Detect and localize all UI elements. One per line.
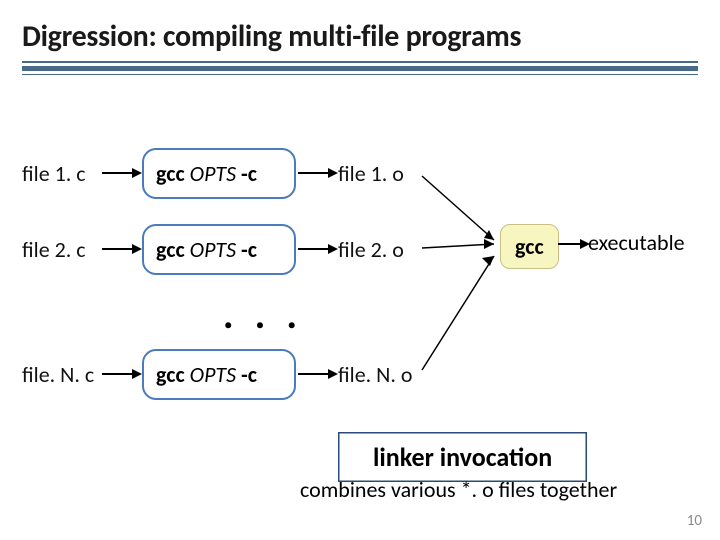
arrow-icon: [296, 165, 338, 181]
gcc-opts: OPTS: [190, 160, 236, 187]
page-number: 10: [687, 512, 702, 530]
gcc-link-box: gcc: [500, 224, 559, 269]
source-file-1: file 1. c: [22, 160, 100, 187]
page-title: Digression: compiling multi-file program…: [22, 18, 698, 55]
linker-invocation-box: linker invocation: [338, 432, 587, 482]
object-file-2: file 2. o: [338, 236, 416, 263]
compilation-rows: file 1. c gcc OPTS -c file 1. o file 2. …: [22, 150, 698, 427]
gcc-cmd: gcc: [156, 236, 185, 263]
row-fileN: file. N. c gcc OPTS -c file. N. o: [22, 351, 698, 397]
gcc-compile-box-2: gcc OPTS -c: [142, 224, 296, 275]
linker-subtext: combines various *. o files together: [300, 476, 617, 503]
arrow-icon: [100, 165, 142, 181]
gcc-flag: -c: [241, 361, 257, 388]
gcc-opts: OPTS: [190, 236, 236, 263]
source-file-2: file 2. c: [22, 236, 100, 263]
source-file-n: file. N. c: [22, 361, 100, 388]
arrow-icon: [296, 366, 338, 382]
slide: Digression: compiling multi-file program…: [0, 0, 720, 540]
gcc-compile-box-n: gcc OPTS -c: [142, 349, 296, 400]
arrow-icon: [556, 236, 590, 257]
arrow-icon: [296, 241, 338, 257]
object-file-1: file 1. o: [338, 160, 416, 187]
gcc-flag: -c: [241, 160, 257, 187]
gcc-cmd: gcc: [156, 361, 185, 388]
gcc-cmd: gcc: [156, 160, 185, 187]
gcc-compile-box-1: gcc OPTS -c: [142, 148, 296, 199]
row-file1: file 1. c gcc OPTS -c file 1. o: [22, 150, 698, 196]
title-underline: [22, 61, 698, 75]
arrow-icon: [100, 241, 142, 257]
ellipsis: . . .: [186, 290, 340, 339]
object-file-n: file. N. o: [338, 361, 416, 388]
gcc-opts: OPTS: [190, 361, 236, 388]
arrow-icon: [100, 366, 142, 382]
gcc-flag: -c: [241, 236, 257, 263]
executable-label: executable: [588, 229, 685, 256]
